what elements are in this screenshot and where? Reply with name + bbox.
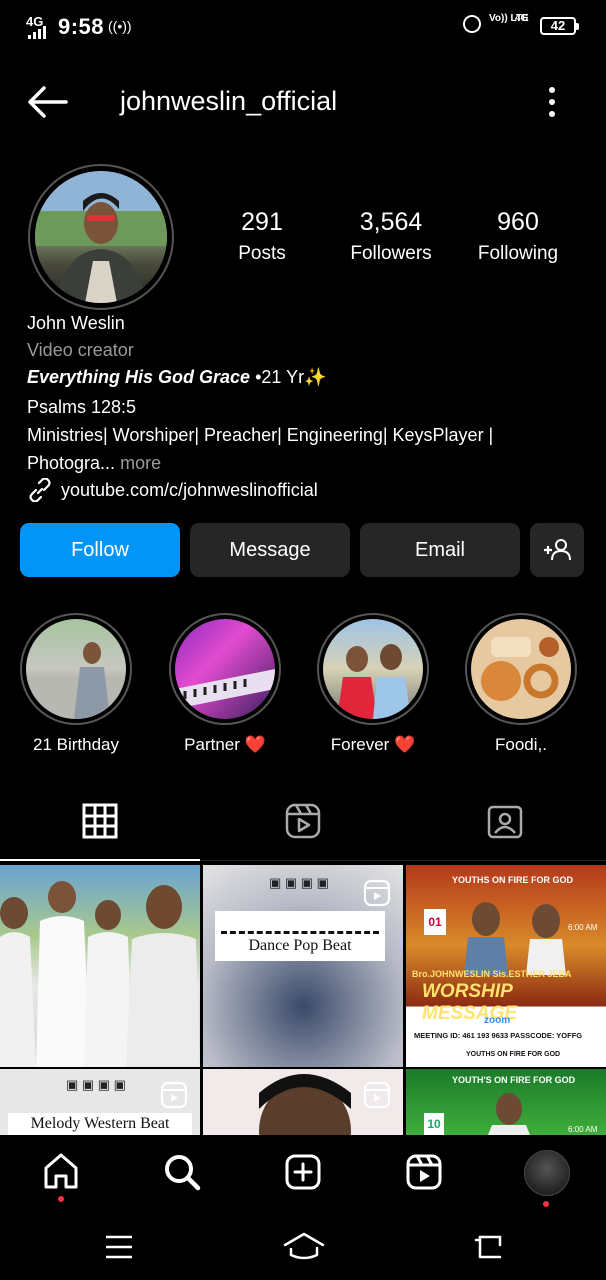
highlight-cover <box>26 619 126 719</box>
create-post-icon[interactable] <box>284 1153 322 1191</box>
highlight-cover <box>471 619 571 719</box>
tile-meeting: MEETING ID: 461 193 9633 PASSCODE: YOFFG <box>414 1031 583 1040</box>
speakers-photo <box>464 902 566 975</box>
back-arrow-icon[interactable] <box>26 84 68 120</box>
hotspot-icon: ((•)) <box>108 18 132 34</box>
highlight-label: Foodi,. <box>495 735 547 754</box>
highlight-label: 21 Birthday <box>33 735 119 754</box>
clock: 9:58 <box>58 14 105 39</box>
profile-avatar[interactable] <box>35 171 167 303</box>
bio-truncated: Photogra... <box>27 453 116 473</box>
more-options-icon[interactable] <box>540 84 564 120</box>
message-button[interactable]: Message <box>190 523 350 577</box>
tagged-tab-icon[interactable] <box>487 803 523 839</box>
search-icon[interactable] <box>163 1153 201 1191</box>
status-bar: 4G 9:58 ((•)) Vo)) LTE 4G 42 <box>0 0 606 54</box>
posts-count: 291 <box>241 208 283 236</box>
tile-caption: Dance Pop Beat <box>248 937 352 954</box>
bio-line-1: Everything His God Grace •21 Yr✨ <box>27 367 327 388</box>
reel-icon <box>363 879 391 907</box>
tile-title: WORSHIP MESSAGE <box>422 981 518 1024</box>
tile-caption: Melody Western Beat <box>8 1113 192 1135</box>
profile-username: johnweslin_official <box>120 86 338 116</box>
alarm-icon <box>463 15 481 33</box>
reels-tab-icon[interactable] <box>285 803 321 839</box>
add-person-icon <box>544 539 571 561</box>
post-tile-group-photo[interactable] <box>0 865 200 1067</box>
following-count: 960 <box>497 208 539 236</box>
followers-label: Followers <box>350 243 432 264</box>
bio-line-4: Photogra... more <box>27 453 161 474</box>
followers-count: 3,564 <box>359 208 423 236</box>
posts-stat[interactable]: 291 Posts <box>232 208 292 265</box>
tile-brand: YOUTHS ON FIRE FOR GOD <box>452 875 574 885</box>
profile-name: John Weslin <box>27 313 125 333</box>
signal-icon <box>28 26 46 39</box>
speaker-photo <box>488 1093 530 1135</box>
tile-footer: YOUTHS ON FIRE FOR GOD <box>466 1051 561 1058</box>
system-back-icon[interactable] <box>472 1233 504 1261</box>
system-home-icon[interactable] <box>283 1231 325 1261</box>
tile-date: 01 <box>424 909 446 935</box>
post-tile-dance-pop-beat[interactable]: ▣ ▣ ▣ ▣ Dance Pop Beat <box>203 865 403 1067</box>
active-tab-indicator <box>0 859 200 861</box>
tile-zoom: zoom <box>484 1015 511 1026</box>
highlight-cover <box>175 619 275 719</box>
tile-date: 10 <box>424 1113 444 1135</box>
reel-icon <box>363 1081 391 1109</box>
bio-line-2: Psalms 128:5 <box>27 397 137 417</box>
home-icon[interactable] <box>42 1152 80 1190</box>
grid-tab-icon[interactable] <box>82 803 118 839</box>
post-tile-melody-western-beat[interactable]: ▣ ▣ ▣ ▣ Melody Western Beat <box>0 1069 200 1135</box>
battery-icon: 42 <box>540 17 579 35</box>
tile-time: 6:00 AM <box>568 1125 598 1134</box>
title-card: Dance Pop Beat <box>215 911 385 961</box>
bottom-navigation <box>0 1135 606 1217</box>
email-button[interactable]: Email <box>360 523 520 577</box>
network-type-2: 4G <box>515 13 529 24</box>
bio-more-link[interactable]: more <box>120 453 161 473</box>
following-stat[interactable]: 960 Following <box>470 208 566 265</box>
profile-category: Video creator <box>27 340 134 360</box>
social-icons: ▣ ▣ ▣ ▣ <box>269 875 329 890</box>
highlight-cover <box>323 619 423 719</box>
reel-icon <box>160 1081 188 1109</box>
recent-apps-icon[interactable] <box>104 1234 134 1260</box>
social-icons: ▣ ▣ ▣ ▣ <box>66 1077 126 1092</box>
bio-line-3: Ministries| Worshiper| Preacher| Enginee… <box>27 425 494 445</box>
tile-names: Bro.JOHNWESLIN Sis.ESTHER JEBA <box>412 969 572 979</box>
following-label: Following <box>477 243 559 264</box>
profile-notification-dot <box>543 1201 549 1207</box>
highlight-label: Forever ❤️ <box>330 735 416 754</box>
home-notification-dot <box>58 1196 64 1202</box>
tile-brand: YOUTH'S ON FIRE FOR GOD <box>452 1075 576 1085</box>
post-tile-portrait[interactable] <box>203 1069 403 1135</box>
reels-icon[interactable] <box>405 1153 443 1191</box>
post-tile-worship-message[interactable]: YOUTHS ON FIRE FOR GOD 01 6:00 AM Bro.JO… <box>406 865 606 1067</box>
profile-nav-avatar[interactable] <box>524 1150 570 1196</box>
suggest-people-button[interactable] <box>530 523 584 577</box>
bio-tagline: Everything His God Grace <box>27 367 251 387</box>
posts-label: Posts <box>238 243 286 264</box>
system-navigation-bar <box>0 1217 606 1280</box>
link-icon <box>29 478 51 502</box>
bio-age: •21 Yr✨ <box>250 367 327 387</box>
profile-link[interactable]: youtube.com/c/johnweslinofficial <box>61 480 318 501</box>
post-tile-youths-on-fire[interactable]: YOUTH'S ON FIRE FOR GOD 10 6:00 AM <box>406 1069 606 1135</box>
highlight-label: Partner ❤️ <box>184 735 266 754</box>
follow-button[interactable]: Follow <box>20 523 180 577</box>
followers-stat[interactable]: 3,564 Followers <box>343 208 439 265</box>
